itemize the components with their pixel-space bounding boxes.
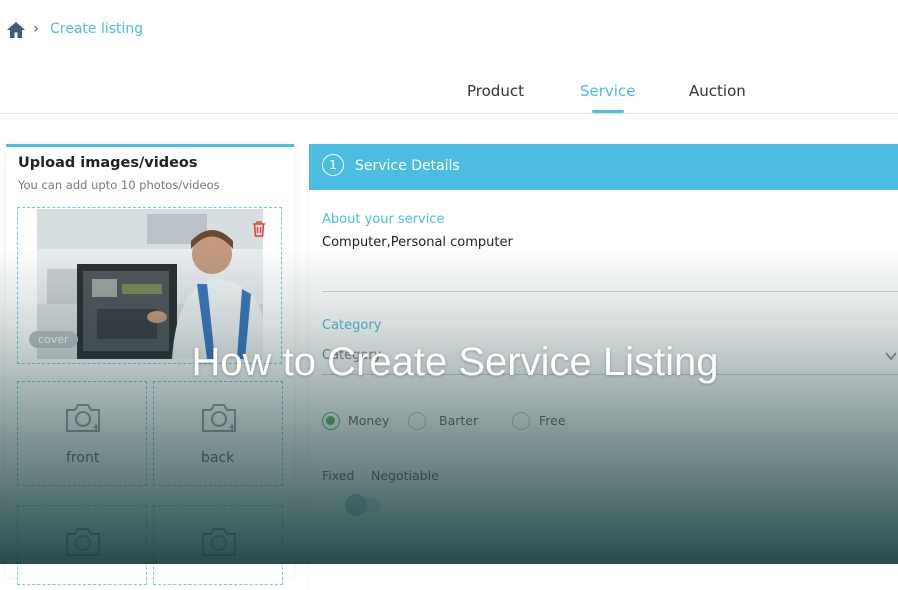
tab-divider [0,113,898,114]
upload-title: Upload images/videos [18,155,198,171]
breadcrumb-current[interactable]: Create listing [50,21,143,37]
tab-auction[interactable]: Auction [689,82,746,100]
radio-barter[interactable] [408,412,426,430]
about-service-underline [322,291,898,292]
photo-slot-back[interactable]: back [153,381,283,486]
headline: How to Create Service Listing [191,340,719,384]
camera-icon [63,402,103,434]
camera-icon [199,526,239,558]
service-details-panel [309,190,898,590]
photo-slot[interactable] [153,505,283,585]
toggle-knob[interactable] [345,494,367,516]
tab-service[interactable]: Service [580,82,635,100]
about-service-label: About your service [322,212,445,227]
radio-free-label: Free [539,413,566,428]
home-icon[interactable] [6,20,26,40]
upload-subtitle: You can add upto 10 photos/videos [18,178,220,192]
radio-barter-label: Barter [439,413,479,428]
photo-slot[interactable] [17,505,147,585]
photo-slot-front[interactable]: front [17,381,147,486]
radio-money-label: Money [348,413,390,428]
camera-icon [63,526,103,558]
slot-label-back: back [201,450,235,466]
trash-icon[interactable] [249,219,269,239]
slot-label-front: front [66,450,100,466]
price-negotiable-label: Negotiable [371,468,439,483]
price-fixed-label: Fixed [322,468,355,483]
step-number: 1 [322,154,344,176]
service-details-title: Service Details [355,158,460,174]
breadcrumb-separator: › [33,19,39,37]
camera-icon [199,402,239,434]
radio-money[interactable] [322,412,340,430]
about-service-input[interactable]: Computer,Personal computer [322,235,513,250]
tab-product[interactable]: Product [467,82,524,100]
category-label: Category [322,318,382,333]
radio-free[interactable] [512,412,530,430]
